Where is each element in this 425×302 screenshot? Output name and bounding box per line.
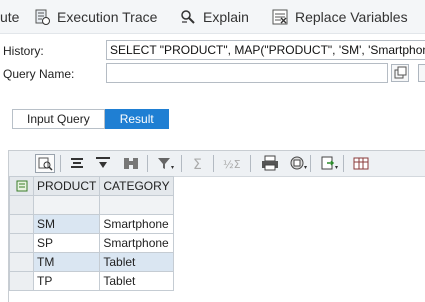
views-icon[interactable]	[288, 154, 308, 173]
table-row[interactable]: TP Tablet	[9, 271, 174, 291]
find-icon[interactable]	[121, 154, 141, 173]
query-name-input[interactable]	[106, 63, 388, 83]
details-icon[interactable]	[35, 154, 55, 173]
query-name-row: Query Name:	[0, 63, 425, 85]
table-row[interactable]: SM Smartphone	[9, 214, 174, 234]
cell-category[interactable]: Tablet	[99, 271, 174, 291]
row-selector[interactable]	[9, 214, 34, 234]
result-tabs: Input Query Result	[12, 109, 169, 129]
history-row: History: SELECT "PRODUCT", MAP("PRODUCT"…	[0, 40, 425, 62]
cell-category[interactable]: Tablet	[99, 252, 174, 272]
layout-icon[interactable]	[351, 154, 371, 173]
grid-toolbar: Σ ½Σ	[9, 151, 425, 177]
align-top-icon[interactable]	[93, 154, 113, 173]
query-name-extra-button[interactable]	[418, 64, 425, 82]
cell-product[interactable]: TM	[32, 252, 101, 272]
history-input[interactable]: SELECT "PRODUCT", MAP("PRODUCT", 'SM', '…	[106, 40, 425, 60]
filter-icon[interactable]	[155, 154, 175, 173]
svg-text:½Σ: ½Σ	[223, 158, 241, 171]
execution-trace-icon	[33, 8, 51, 26]
execute-button[interactable]: ute	[0, 7, 19, 27]
query-name-label: Query Name:	[3, 67, 75, 81]
top-toolbar: ute Execution Trace Explain Replace Vari…	[0, 0, 425, 34]
execution-trace-button[interactable]: Execution Trace	[33, 7, 157, 27]
filter-cell-category[interactable]	[99, 195, 174, 215]
explain-icon	[179, 8, 197, 26]
svg-text:Σ: Σ	[193, 157, 202, 173]
select-all-icon	[16, 180, 27, 192]
explain-label: Explain	[203, 9, 249, 25]
cell-category[interactable]: Smartphone	[99, 214, 174, 234]
column-header-product[interactable]: PRODUCT	[32, 176, 101, 196]
cell-category[interactable]: Smartphone	[99, 233, 174, 253]
replace-variables-label: Replace Variables	[295, 9, 408, 25]
print-icon[interactable]	[260, 154, 280, 173]
replace-variables-button[interactable]: Replace Variables	[271, 7, 408, 27]
filter-cell-product[interactable]	[32, 195, 101, 215]
select-all-cell[interactable]	[9, 176, 34, 196]
table-row[interactable]: SP Smartphone	[9, 233, 174, 253]
subtotal-icon[interactable]: ½Σ	[221, 154, 241, 173]
column-header-category[interactable]: CATEGORY	[99, 176, 174, 196]
cell-product[interactable]: SP	[32, 233, 101, 253]
row-selector[interactable]	[9, 271, 34, 291]
export-icon[interactable]	[319, 154, 339, 173]
tab-result[interactable]: Result	[104, 109, 169, 129]
cell-product[interactable]: TP	[32, 271, 101, 291]
copy-icon	[394, 66, 407, 79]
tab-input-query[interactable]: Input Query	[12, 109, 105, 129]
replace-variables-icon	[271, 8, 289, 26]
result-table: PRODUCT CATEGORY SM Smartphone SP Smartp…	[9, 176, 174, 291]
row-selector[interactable]	[9, 233, 34, 253]
explain-button[interactable]: Explain	[179, 7, 249, 27]
query-name-picker-button[interactable]	[391, 64, 409, 82]
table-row[interactable]: TM Tablet	[9, 252, 174, 272]
row-selector[interactable]	[9, 252, 34, 272]
sum-icon[interactable]: Σ	[189, 154, 209, 173]
execution-trace-label: Execution Trace	[57, 9, 158, 25]
history-value: SELECT "PRODUCT", MAP("PRODUCT", 'SM', '…	[110, 43, 425, 57]
execute-label: ute	[0, 9, 20, 25]
filter-row	[9, 195, 174, 215]
cell-product[interactable]: SM	[32, 214, 101, 234]
result-grid: Σ ½Σ PRODUCT CATEGORY SM Smartphone SP S…	[8, 150, 425, 302]
align-center-icon[interactable]	[67, 154, 87, 173]
history-label: History:	[3, 44, 44, 58]
